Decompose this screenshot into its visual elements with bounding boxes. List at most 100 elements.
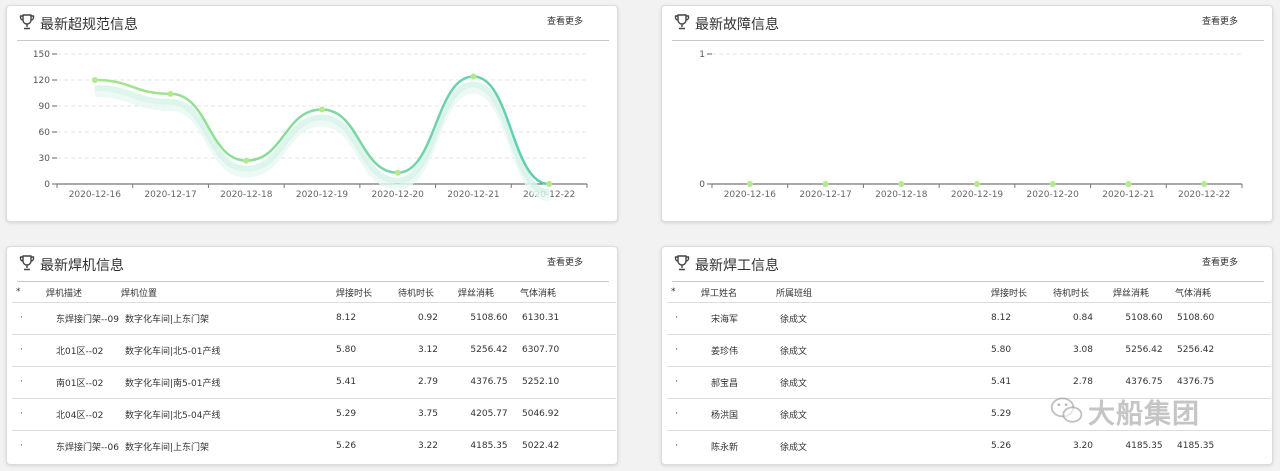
table-row[interactable]: · 北01区--02 数字化车间|北5-01产线 5.80 3.12 5256.…: [12, 334, 616, 367]
table-row[interactable]: · 姜珍伟 徐成文 5.80 3.08 5256.42 5256.42: [667, 334, 1271, 367]
wire-usage: 5108.60: [458, 302, 520, 335]
gas-usage: 5046.92: [520, 398, 616, 431]
data-point: [319, 106, 325, 113]
standby-time: 0.92: [398, 302, 458, 335]
standby-time: 3.08: [1053, 334, 1113, 367]
faults-panel: 最新故障信息 查看更多 0 1 2020-12-16 2020-12-17 2020-1…: [661, 5, 1273, 222]
y-tick-label: 0: [699, 180, 705, 190]
machines-more-link[interactable]: 查看更多: [547, 255, 583, 268]
x-tick-label: 2020-12-18: [875, 190, 928, 200]
row-marker: ·: [667, 302, 701, 335]
welders-header: 最新焊工信息 查看更多: [672, 247, 1264, 282]
y-tick-label: 120: [33, 76, 50, 86]
machine-desc: 北04区--02: [46, 398, 121, 431]
machine-location: 数字化车间|北5-04产线: [121, 398, 336, 431]
standby-time: 0.84: [1053, 302, 1113, 335]
x-tick-label: 2020-12-19: [296, 190, 349, 200]
weld-time: 5.80: [991, 334, 1053, 367]
row-marker: ·: [12, 398, 46, 431]
machine-location: 数字化车间|上东门架: [125, 442, 210, 453]
y-tick-label: 60: [39, 128, 51, 138]
table-header-row: * 焊工姓名 所属班组 焊接时长 待机时长 焊丝消耗 气体消耗: [667, 283, 1271, 303]
x-tick-label: 2020-12-18: [220, 190, 273, 200]
welder-name: 宋海军: [701, 302, 776, 335]
welder-name: 杨洪国: [701, 398, 776, 431]
data-point: [974, 181, 980, 187]
weld-time: 5.26: [991, 441, 1012, 452]
weld-time: 5.29: [336, 398, 398, 431]
col-machine-desc: 焊机描述: [46, 283, 121, 303]
row-marker: ·: [675, 441, 678, 452]
gas-usage: 5108.60: [1175, 302, 1271, 335]
weld-time: 5.41: [336, 366, 398, 399]
col-weld-time: 焊接时长: [336, 283, 398, 303]
table-row[interactable]: · 陈永新 徐成文 5.26 3.20 4185.35 4185.35: [667, 430, 1271, 462]
data-point: [394, 169, 401, 176]
weld-time: 8.12: [991, 302, 1053, 335]
machines-title: 最新焊机信息: [40, 258, 124, 274]
data-point: [822, 181, 829, 187]
col-wire-usage: 焊丝消耗: [1113, 283, 1175, 303]
wire-usage: 4205.77: [458, 398, 520, 431]
machines-panel: 最新焊机信息 查看更多 * 焊机描述 焊机位置 焊接时长 待机时长 焊丝消耗 气…: [6, 246, 618, 465]
y-tick-label: 150: [33, 50, 50, 60]
x-tick-label: 2020-12-16: [69, 190, 122, 200]
data-point: [1201, 181, 1208, 187]
x-tick-label: 2020-12-21: [1102, 190, 1154, 200]
y-tick-label: 1: [699, 50, 705, 60]
machine-desc: 北01区--02: [46, 334, 121, 367]
watermark-wechat-icon: [1050, 397, 1083, 423]
standby-time: 3.12: [398, 334, 458, 367]
standby-time: 3.20: [1072, 441, 1094, 452]
weld-time: 5.29: [991, 398, 1053, 431]
table-row[interactable]: · 南01区--02 数字化车间|南5-01产线 5.41 2.79 4376.…: [12, 366, 616, 399]
col-welder-name: 焊工姓名: [701, 283, 776, 303]
weld-time: 5.80: [336, 334, 398, 367]
data-point: [470, 73, 477, 80]
welders-more-link[interactable]: 查看更多: [1202, 255, 1238, 268]
wire-usage: 4185.35: [1125, 441, 1163, 452]
welder-team: 徐成文: [776, 302, 991, 335]
faults-chart: 0 1 2020-12-16 2020-12-17 2020-12-18 2020-12-…: [699, 50, 1243, 200]
data-point: [167, 90, 174, 97]
data-point: [1125, 181, 1132, 187]
y-tick-label: 90: [39, 102, 51, 112]
trophy-icon: [19, 255, 35, 271]
table-row[interactable]: · 东焊接门架--06 数字化车间|上东门架 5.26 3.22 4185.35…: [12, 430, 616, 462]
x-tick-label: 2020-12-17: [144, 190, 196, 200]
trophy-icon: [674, 255, 690, 271]
weld-time: 5.26: [336, 441, 357, 452]
table-row[interactable]: · 东焊接门架--09 数字化车间|上东门架 8.12 0.92 5108.60…: [12, 302, 616, 335]
table-row[interactable]: · 宋海军 徐成文 8.12 0.84 5108.60 5108.60: [667, 302, 1271, 335]
welder-team: 徐成文: [780, 442, 808, 453]
col-standby-time: 待机时长: [398, 283, 458, 303]
row-marker: ·: [12, 334, 46, 367]
col-wire-usage: 焊丝消耗: [458, 283, 520, 303]
row-marker: ·: [12, 366, 46, 399]
weld-time: 8.12: [336, 302, 398, 335]
data-point: [898, 181, 905, 187]
row-marker: ·: [667, 398, 701, 431]
table-row[interactable]: · 北04区--02 数字化车间|北5-04产线 5.29 3.75 4205.…: [12, 398, 616, 431]
data-point: [546, 181, 553, 187]
machine-desc: 东焊接门架--09: [46, 302, 121, 335]
x-tick-label: 2020-12-21: [447, 190, 499, 200]
y-tick-label: 30: [39, 154, 51, 164]
violations-chart: 0 30 60 90 120 150 2020-12-16 2020-12-17 2020-12…: [33, 50, 588, 201]
welders-title: 最新焊工信息: [695, 258, 779, 274]
welder-team: 徐成文: [776, 398, 991, 431]
col-gas-usage: 气体消耗: [520, 283, 616, 303]
data-point: [91, 77, 98, 83]
data-point: [243, 157, 250, 164]
gas-usage: 5256.42: [1175, 334, 1271, 367]
gas-usage: 4185.35: [1177, 441, 1215, 452]
welder-name: 陈永新: [711, 442, 739, 453]
weld-time: 5.41: [991, 366, 1053, 399]
row-marker: ·: [667, 366, 701, 399]
machine-location: 数字化车间|上东门架: [121, 302, 336, 335]
standby-time: 3.75: [398, 398, 458, 431]
gas-usage: 6130.31: [520, 302, 616, 335]
violations-panel: 最新超规范信息 查看更多 0 30 60 90 120 150 2020-12-16 2020…: [6, 5, 618, 222]
watermark-text: 大船集团: [1088, 399, 1200, 430]
col-gas-usage: 气体消耗: [1175, 283, 1271, 303]
